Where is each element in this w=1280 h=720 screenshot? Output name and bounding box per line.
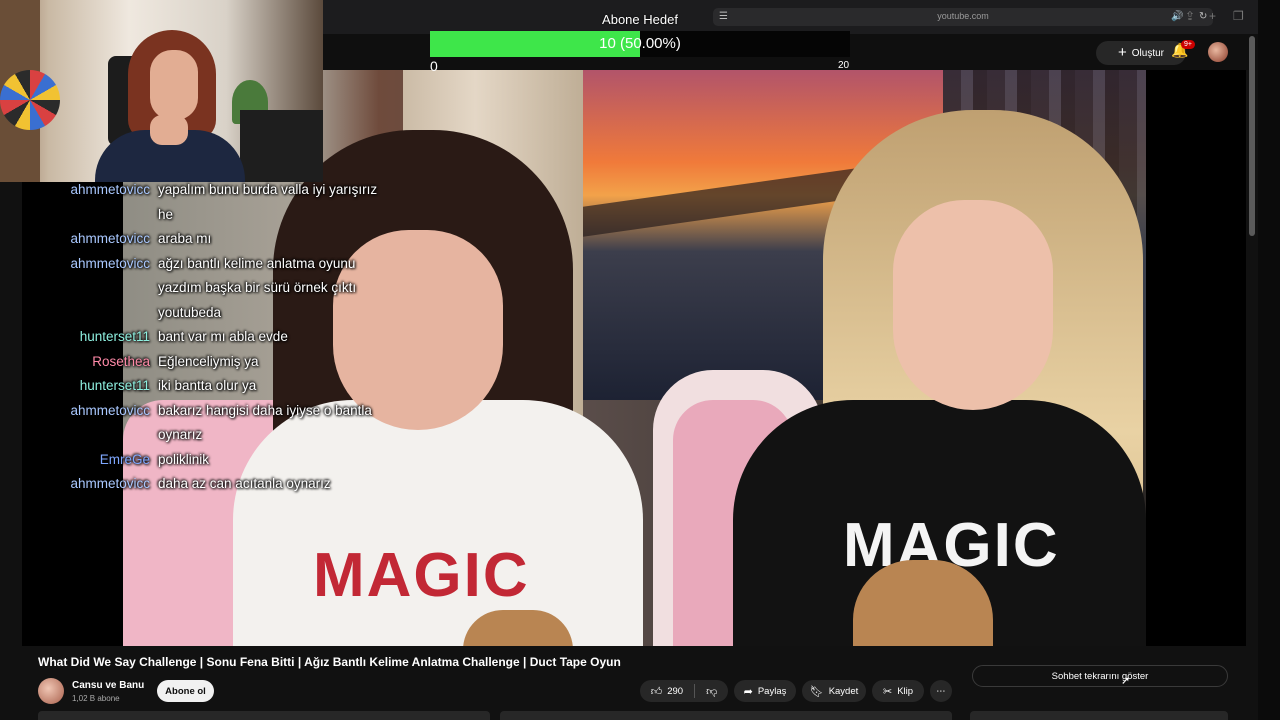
scissors-icon: ✂: [882, 685, 893, 698]
streamer-webcam: [0, 0, 323, 182]
chat-username: hunterset11: [79, 378, 150, 393]
goal-min-label: 0: [430, 58, 438, 74]
clip-label: Klip: [897, 685, 914, 697]
chat-username: ahmmetovicc: [70, 182, 150, 197]
chat-username: EmreGe: [99, 451, 150, 467]
share-icon: ➦: [743, 685, 753, 698]
goal-max-label: 20: [838, 60, 850, 71]
chat-message: ahmmetovicc bakarız hangisi daha iyiyse o…: [40, 399, 390, 448]
chat-text: poliklinik: [158, 451, 210, 467]
goal-title: Abone Hedef: [602, 12, 678, 27]
chat-message: ahmmetovicc yapalım bunu burda valla iyi …: [40, 178, 390, 227]
share-button[interactable]: ➦ Paylaş: [734, 680, 796, 702]
chat-text: ağzı bantlı kelime anlatma oyunu yazdım …: [158, 255, 357, 320]
clip-button[interactable]: ✂ Klip: [872, 680, 924, 702]
chat-text: daha az can acıtanla oynarız: [158, 476, 331, 491]
goal-progress-text: 10 (50.00%): [599, 35, 681, 52]
chat-text: bakarız hangisi daha iyiyse o bantla oyn…: [158, 402, 372, 443]
streamer-face: [150, 50, 198, 120]
chat-text: araba mı: [158, 231, 212, 246]
subscriber-count: 1,02 B abone: [72, 694, 120, 703]
chat-username: ahmmetovicc: [70, 476, 150, 491]
webcam-desk: [240, 110, 323, 182]
chat-username: Rosethea: [92, 353, 150, 369]
thumbs-up-icon[interactable]: 👍︎: [651, 685, 663, 698]
create-label: Oluştur: [1131, 47, 1164, 59]
more-actions-button[interactable]: ⋯: [930, 680, 952, 702]
streamer-hand: [150, 115, 188, 145]
filter-chips-edge: [970, 711, 1228, 720]
chat-text: iki bantta olur ya: [158, 378, 257, 393]
chat-message: ahmmetovicc ağzı bantlı kelime anlatma oy…: [40, 252, 390, 326]
chat-message: hunterset11 bant var mı abla evde: [40, 325, 390, 350]
notification-badge: 9+: [1181, 40, 1195, 49]
chat-message: ahmmetovicc daha az can acıtanla oynarız: [40, 472, 390, 497]
goal-progress-bar: 10 (50.00%): [430, 31, 850, 57]
like-dislike-group: 👍︎ 290 👎︎: [640, 680, 728, 702]
reload-icon[interactable]: ↻: [1199, 11, 1207, 22]
channel-avatar[interactable]: [38, 678, 64, 704]
subscribe-button[interactable]: Abone ol: [157, 680, 214, 702]
chat-message: Rosethea Eğlenceliymiş ya: [40, 350, 390, 375]
chat-text: bant var mı abla evde: [158, 329, 288, 344]
mouse-cursor-icon: ➚: [1121, 675, 1131, 687]
show-chat-replay-button[interactable]: Sohbet tekrarını göster: [972, 665, 1228, 687]
right-person-face: [893, 200, 1053, 410]
save-button[interactable]: 🔖︎ Kaydet: [802, 680, 866, 702]
webcam-colorful-chair: [0, 70, 60, 130]
chat-username: hunterset11: [79, 329, 150, 344]
chat-message: ahmmetovicc araba mı: [40, 227, 390, 252]
tabs-overview-icon[interactable]: ❐: [1233, 9, 1244, 23]
like-count[interactable]: 290: [667, 686, 683, 697]
bookmark-icon: 🔖︎: [809, 685, 824, 698]
share-label: Paylaş: [757, 685, 787, 697]
chat-message: EmreGe poliklinik: [40, 448, 390, 473]
left-shirt-print: MAGIC: [313, 541, 530, 610]
like-divider: [694, 684, 696, 698]
chat-text: Eğlenceliymiş ya: [158, 353, 259, 369]
new-tab-icon[interactable]: +: [1209, 9, 1216, 23]
page-scrollbar[interactable]: [1249, 36, 1255, 236]
account-avatar[interactable]: [1208, 42, 1228, 62]
save-label: Kaydet: [828, 685, 859, 697]
thumbs-down-icon[interactable]: 👎︎: [706, 685, 717, 698]
speaker-icon[interactable]: 🔊: [1171, 11, 1183, 22]
chat-overlay: ahmmetovicc yapalım bunu burda valla iyi …: [40, 178, 390, 497]
share-browser-icon[interactable]: ⇪: [1185, 9, 1195, 23]
plus-icon: +: [1118, 44, 1127, 61]
channel-name[interactable]: Cansu ve Banu: [72, 680, 144, 691]
description-section-edge: [500, 711, 952, 720]
comment-section-edge: [38, 711, 490, 720]
video-title: What Did We Say Challenge | Sonu Fena Bi…: [38, 655, 621, 669]
screen: ☰ youtube.com 🔊 ↻ ⇪ + ❐ + Oluştur 🔔 9+ M…: [0, 0, 1280, 720]
chat-message: hunterset11 iki bantta olur ya: [40, 374, 390, 399]
chat-username: ahmmetovicc: [70, 255, 150, 271]
chat-username: ahmmetovicc: [70, 402, 150, 418]
chat-username: ahmmetovicc: [70, 231, 150, 246]
window-edge: [1258, 0, 1280, 720]
chat-text: yapalım bunu burda valla iyi yarışırız h…: [158, 182, 378, 222]
